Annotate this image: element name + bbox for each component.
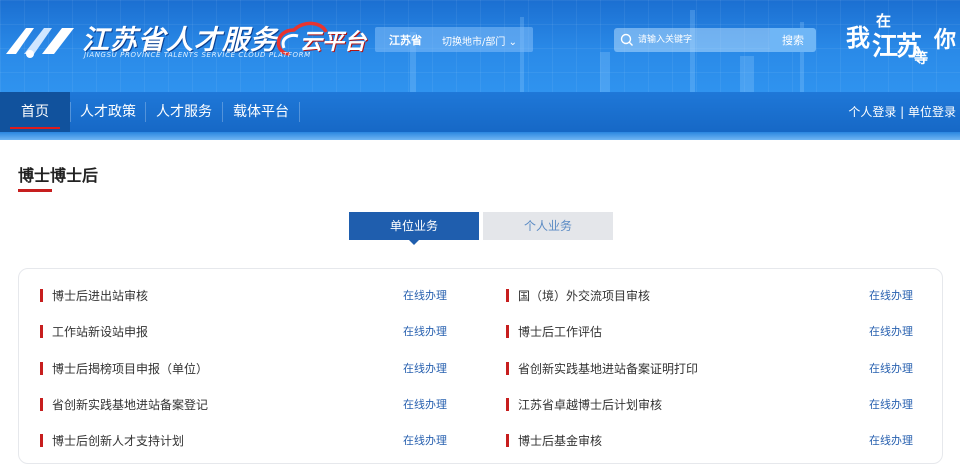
search-box xyxy=(614,28,770,52)
service-name: 江苏省卓越博士后计划审核 xyxy=(518,398,663,412)
section-title: 博士博士后 xyxy=(18,166,99,185)
search-input[interactable] xyxy=(638,32,766,48)
search-button[interactable]: 搜索 xyxy=(770,28,816,52)
online-handle-link[interactable]: 在线办理 xyxy=(869,287,913,303)
list-item: 省创新实践基地进站备案证明打印 在线办理 xyxy=(506,358,916,378)
search-icon xyxy=(620,33,633,46)
online-handle-link[interactable]: 在线办理 xyxy=(403,396,447,412)
nav-item-carrier-platform[interactable]: 载体平台 xyxy=(223,92,299,132)
nav-item-home[interactable]: 首页 xyxy=(0,92,70,132)
city-switch-link[interactable]: 切换地市/部门 ⌄ xyxy=(442,33,517,48)
list-item: 国（境）外交流项目审核 在线办理 xyxy=(506,285,916,305)
nav-strip xyxy=(0,132,960,140)
current-city: 江苏省 xyxy=(389,34,422,47)
main-nav: 首页 人才政策 人才服务 载体平台 个人登录 | 单位登录 xyxy=(0,92,960,132)
list-item: 博士后工作评估 在线办理 xyxy=(506,321,916,341)
list-item: 江苏省卓越博士后计划审核 在线办理 xyxy=(506,394,916,414)
services-card: 博士后进出站审核 在线办理 工作站新设站申报 在线办理 博士后揭榜项目申报（单位… xyxy=(18,268,943,464)
service-name: 省创新实践基地进站备案登记 xyxy=(52,398,209,412)
online-handle-link[interactable]: 在线办理 xyxy=(403,323,447,339)
tab-personal-business[interactable]: 个人业务 xyxy=(483,212,613,240)
login-links[interactable]: 个人登录 | 单位登录 xyxy=(848,92,956,132)
logo-subtitle: JIANGSU PROVINCE TALENTS SERVICE CLOUD P… xyxy=(84,51,311,59)
chevron-down-icon: ⌄ xyxy=(508,37,517,48)
logo-mark-icon xyxy=(6,28,74,58)
nav-item-talent-policy[interactable]: 人才政策 xyxy=(71,92,145,132)
service-name: 工作站新设站申报 xyxy=(52,325,149,339)
section-underline xyxy=(18,189,52,192)
online-handle-link[interactable]: 在线办理 xyxy=(869,396,913,412)
service-name: 博士后创新人才支持计划 xyxy=(52,434,185,448)
list-item: 省创新实践基地进站备案登记 在线办理 xyxy=(40,394,450,414)
service-name: 博士后进出站审核 xyxy=(52,289,149,303)
list-item: 博士后创新人才支持计划 在线办理 xyxy=(40,430,450,450)
service-name: 博士后工作评估 xyxy=(518,325,603,339)
list-item: 博士后揭榜项目申报（单位） 在线办理 xyxy=(40,358,450,378)
slogan-logo: 我 在 江苏 你 等 xyxy=(846,12,957,67)
online-handle-link[interactable]: 在线办理 xyxy=(403,432,447,448)
online-handle-link[interactable]: 在线办理 xyxy=(869,360,913,376)
service-name: 博士后基金审核 xyxy=(518,434,603,448)
service-name: 博士后揭榜项目申报（单位） xyxy=(52,362,209,376)
city-selector[interactable]: 江苏省 切换地市/部门 ⌄ xyxy=(375,27,533,52)
online-handle-link[interactable]: 在线办理 xyxy=(869,323,913,339)
service-name: 国（境）外交流项目审核 xyxy=(518,289,651,303)
tab-unit-business[interactable]: 单位业务 xyxy=(349,212,479,245)
site-logo[interactable]: 江苏省人才服务 云平台 JIANGSU PROVINCE TALENTS SER… xyxy=(4,14,366,64)
header-banner: 江苏省人才服务 云平台 JIANGSU PROVINCE TALENTS SER… xyxy=(0,0,960,92)
nav-item-talent-service[interactable]: 人才服务 xyxy=(146,92,222,132)
list-item: 博士后基金审核 在线办理 xyxy=(506,430,916,450)
online-handle-link[interactable]: 在线办理 xyxy=(403,287,447,303)
service-name: 省创新实践基地进站备案证明打印 xyxy=(518,362,699,376)
list-item: 工作站新设站申报 在线办理 xyxy=(40,321,450,341)
online-handle-link[interactable]: 在线办理 xyxy=(869,432,913,448)
list-item: 博士后进出站审核 在线办理 xyxy=(40,285,450,305)
online-handle-link[interactable]: 在线办理 xyxy=(403,360,447,376)
